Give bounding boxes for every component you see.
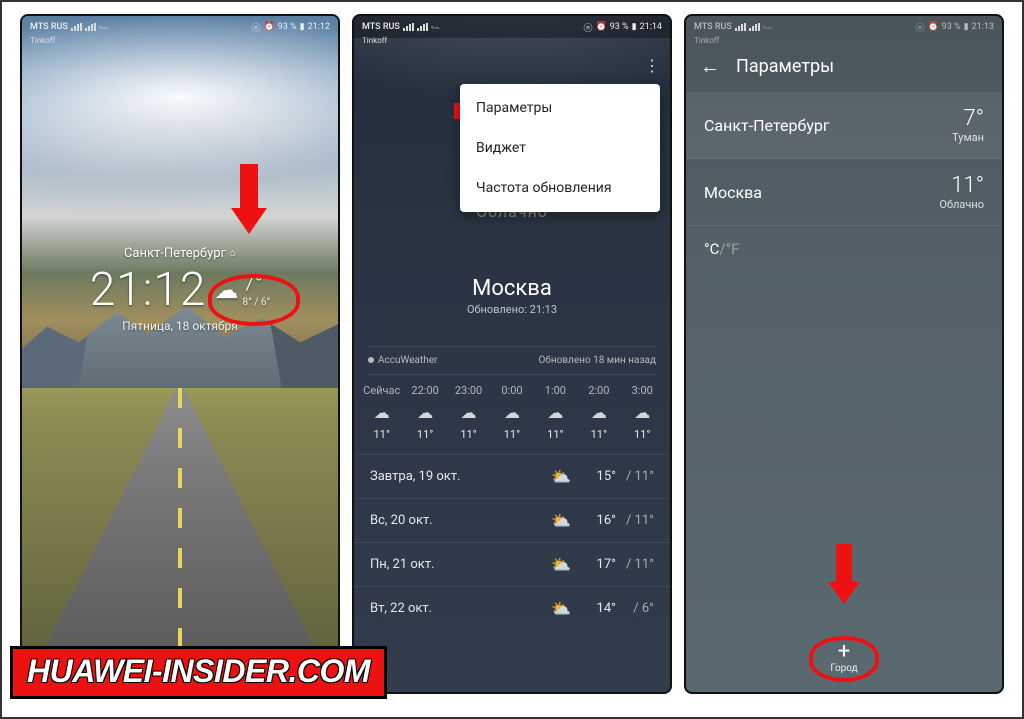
weather-clock-widget[interactable]: Санкт-Петербург ⌂ 21:12 ☁ 7° 8° / 6° Пят… [22,246,338,333]
watermark: HUAWEI-INSIDER.COM [10,646,387,699]
widget-time: 21:12 [90,263,207,317]
signal-icon [71,23,82,31]
add-city-button[interactable]: + Город [830,641,857,674]
status-time: 21:12 [308,22,330,32]
daily-forecast: Завтра, 19 окт.⛅15°/ 11° Вс, 20 окт.⛅16°… [354,454,670,630]
back-arrow-icon[interactable]: ← [700,54,720,79]
city-row[interactable]: Санкт-Петербург 7°Туман [686,92,1002,159]
city-header[interactable]: Москва Обновлено: 21:13 [354,276,670,316]
location-icon: ⌂ [230,248,236,259]
hour-cell: Сейчас☁11° [360,384,403,441]
params-header: ← Параметры [686,46,1002,87]
partly-cloudy-icon: ⛅ [544,467,578,486]
hint-arrow-icon [829,544,859,604]
battery-pct: 93 % [278,22,297,32]
status-bar: MTS RUS ◦⌢ ⓝ⏰ 93 % ▮ 21:13 [686,16,1002,38]
status-bar: MTS RUS ◦⌢ ⓝ⏰ 93 % ▮ 21:14 [354,16,670,38]
menu-item-params[interactable]: Параметры [460,88,660,128]
cloud-icon: ☁ [360,403,403,422]
units-toggle[interactable]: °C/°F [686,226,1002,272]
overflow-popup: Параметры Виджет Частота обновления [460,84,660,212]
battery-icon: ▮ [300,22,305,32]
cloud-icon: ☁ [214,276,238,304]
widget-temp: 7° [242,272,270,297]
city-list: Санкт-Петербург 7°Туман Москва 11°Облачн… [686,92,1002,272]
provider-row[interactable]: AccuWeather Обновлено 18 мин назад [368,346,656,375]
nfc-icon: ⓝ [251,21,260,34]
phone-weather-app: MTS RUS ◦⌢ ⓝ⏰ 93 % ▮ 21:14 Tinkoff ⋮ Пар… [352,14,672,694]
menu-item-update-freq[interactable]: Частота обновления [460,168,660,208]
phones-row: MTS RUS ◦⌢ ⓝ ⏰ 93 % ▮ 21:12 Tinkoff Санк… [2,2,1022,706]
carrier-label: MTS RUS [30,22,68,32]
status-bar: MTS RUS ◦⌢ ⓝ ⏰ 93 % ▮ 21:12 [22,16,338,38]
widget-temp-range: 8° / 6° [242,297,270,308]
city-row[interactable]: Москва 11°Облачно [686,159,1002,226]
phone-lockscreen: MTS RUS ◦⌢ ⓝ ⏰ 93 % ▮ 21:12 Tinkoff Санк… [20,14,340,694]
phone-params: MTS RUS ◦⌢ ⓝ⏰ 93 % ▮ 21:13 Tinkoff ← Пар… [684,14,1004,694]
hourly-forecast[interactable]: Сейчас☁11° 22:00☁11° 23:00☁11° 0:00☁11° … [354,378,670,451]
widget-weather[interactable]: ☁ 7° 8° / 6° [214,272,270,308]
hint-arrow-icon [232,164,266,234]
widget-city: Санкт-Петербург ⌂ [22,246,338,261]
overflow-menu-button[interactable]: ⋮ [644,56,658,75]
widget-date: Пятница, 18 октября [22,319,338,333]
page-title: Параметры [736,56,834,77]
wifi-icon: ◦⌢ [99,22,108,33]
alarm-icon: ⏰ [263,22,274,32]
menu-item-widget[interactable]: Виджет [460,128,660,168]
plus-icon: + [830,641,857,663]
day-row[interactable]: Завтра, 19 окт.⛅15°/ 11° [354,454,670,498]
signal-icon [85,23,96,31]
